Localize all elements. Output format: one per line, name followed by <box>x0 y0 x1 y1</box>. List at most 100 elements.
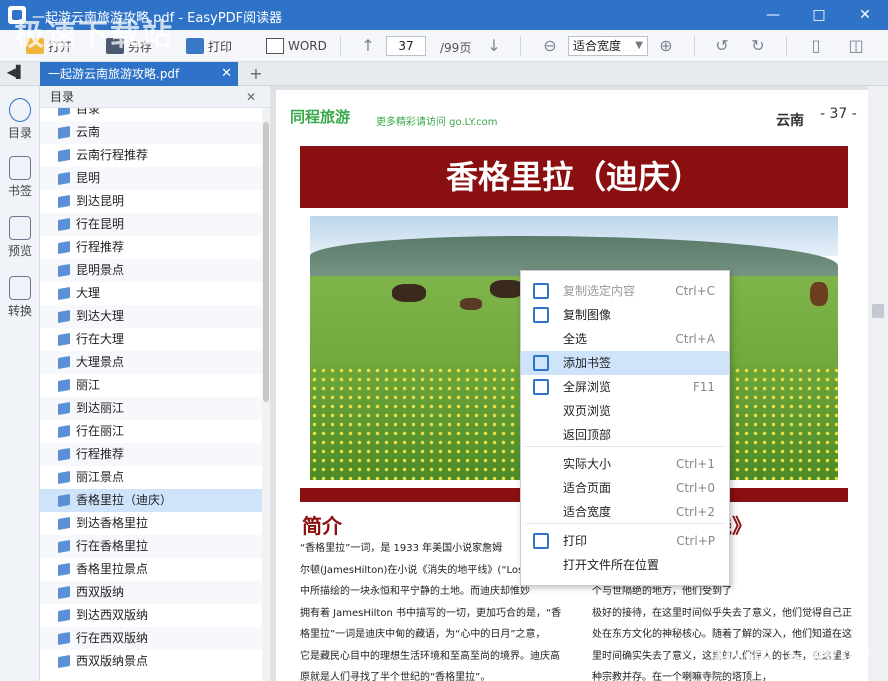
page-number-input[interactable]: 37 <box>386 36 426 56</box>
context-menu-label: 适合宽度 <box>563 505 612 519</box>
outline-book-icon <box>58 585 70 600</box>
outline-item-label: 到达香格里拉 <box>76 516 149 530</box>
outline-item[interactable]: 行程推荐 <box>40 443 262 466</box>
outline-item[interactable]: 行在西双版纳 <box>40 627 262 650</box>
document-scroll-thumb[interactable] <box>872 304 884 318</box>
outline-item-label: 丽江 <box>76 378 101 392</box>
outline-item[interactable]: 香格里拉（迪庆） <box>40 489 262 512</box>
outline-item-label: 大理 <box>76 286 101 300</box>
toolbar-divider <box>340 36 341 56</box>
outline-list: 目录 云南 云南行程推荐 昆明 到达昆明 行在昆明 行程推荐 昆明景点 大理 到达大理 行在大理 大理… <box>40 98 262 673</box>
double-page-icon[interactable]: ◫ <box>846 36 866 56</box>
outline-scroll-thumb[interactable] <box>263 122 269 402</box>
outline-book-icon <box>58 286 70 301</box>
outline-book-icon <box>58 378 70 393</box>
context-menu-shortcut: Ctrl+C <box>675 284 715 298</box>
outline-header: 目录 ✕ <box>40 86 270 108</box>
outline-item[interactable]: 丽江景点 <box>40 466 262 489</box>
rail-item-preview[interactable]: 预览 <box>0 216 40 259</box>
document-tab[interactable]: 一起游云南旅游攻略.pdf ✕ <box>40 62 238 86</box>
maximize-button[interactable]: □ <box>796 0 842 30</box>
outline-item[interactable]: 到达昆明 <box>40 190 262 213</box>
convert-word-button[interactable]: WORD <box>266 34 327 58</box>
context-menu-item[interactable]: 复制选定内容 Ctrl+C <box>521 279 729 303</box>
new-tab-button[interactable]: + <box>246 64 266 84</box>
photo-horse <box>392 284 426 302</box>
outline-item-label: 丽江景点 <box>76 470 125 484</box>
outline-item[interactable]: 行在香格里拉 <box>40 535 262 558</box>
outline-item[interactable]: 西双版纳景点 <box>40 650 262 673</box>
context-menu-item[interactable]: 全选 Ctrl+A <box>521 327 729 351</box>
context-menu-shortcut: Ctrl+2 <box>675 505 715 519</box>
context-menu-item[interactable]: 实际大小 Ctrl+1 <box>521 452 729 476</box>
watermark-bottom: 极速下载站 <box>712 642 872 677</box>
outline-item[interactable]: 到达香格里拉 <box>40 512 262 535</box>
context-menu-item[interactable]: 打开文件所在位置 <box>521 553 729 577</box>
outline-item-label: 到达昆明 <box>76 194 125 208</box>
outline-book-icon <box>58 148 70 163</box>
context-menu-label: 实际大小 <box>563 457 612 471</box>
copy-text-icon <box>533 283 549 299</box>
outline-book-icon <box>58 539 70 554</box>
outline-item[interactable]: 行程推荐 <box>40 236 262 259</box>
context-menu-label: 复制图像 <box>563 308 612 322</box>
print-button[interactable]: 打印 <box>186 34 232 58</box>
document-tab-label: 一起游云南旅游攻略.pdf <box>48 67 180 81</box>
context-menu-item[interactable]: 返回顶部 <box>521 423 729 447</box>
outline-book-icon <box>58 332 70 347</box>
close-outline-icon[interactable]: ✕ <box>246 86 256 108</box>
outline-item[interactable]: 行在大理 <box>40 328 262 351</box>
outline-item[interactable]: 丽江 <box>40 374 262 397</box>
outline-item-label: 香格里拉（迪庆） <box>76 493 173 507</box>
outline-item[interactable]: 昆明景点 <box>40 259 262 282</box>
outline-item[interactable]: 大理 <box>40 282 262 305</box>
document-scrollbar[interactable] <box>868 86 888 681</box>
rail-item-bookmarks[interactable]: 书签 <box>0 156 40 199</box>
collapse-sidebar-icon[interactable]: ◀▌ <box>4 65 28 83</box>
outline-item-label: 西双版纳 <box>76 585 125 599</box>
next-page-icon[interactable]: ↓ <box>484 36 504 56</box>
outline-item[interactable]: 昆明 <box>40 167 262 190</box>
context-menu-item[interactable]: 双页浏览 <box>521 399 729 423</box>
outline-item[interactable]: 香格里拉景点 <box>40 558 262 581</box>
prev-page-icon[interactable]: ↑ <box>358 36 378 56</box>
outline-book-icon <box>58 470 70 485</box>
toolbar-divider <box>786 36 787 56</box>
zoom-out-icon[interactable]: ⊖ <box>540 36 560 56</box>
outline-item[interactable]: 西双版纳 <box>40 581 262 604</box>
zoom-select[interactable]: 适合宽度 ▼ <box>568 36 648 56</box>
outline-item[interactable]: 云南 <box>40 121 262 144</box>
context-menu-item[interactable]: 适合页面 Ctrl+0 <box>521 476 729 500</box>
rail-item-label: 转换 <box>7 304 32 318</box>
context-menu-item[interactable]: 打印 Ctrl+P <box>521 529 729 553</box>
bookmark-page-icon <box>9 156 31 180</box>
context-menu-item[interactable]: 全屏浏览 F11 <box>521 375 729 399</box>
context-menu-item[interactable]: 添加书签 <box>521 351 729 375</box>
outline-item-label: 昆明景点 <box>76 263 125 277</box>
outline-book-icon <box>58 194 70 209</box>
watermark-top: 极速下载站 <box>14 18 174 53</box>
close-button[interactable]: ✕ <box>842 0 888 30</box>
rail-item-convert[interactable]: 转换 <box>0 276 40 319</box>
outline-item[interactable]: 到达西双版纳 <box>40 604 262 627</box>
photo-horse <box>810 282 828 306</box>
outline-scrollbar[interactable] <box>262 108 270 681</box>
rail-item-outline[interactable]: 目录 <box>0 98 40 141</box>
outline-item[interactable]: 到达丽江 <box>40 397 262 420</box>
minimize-button[interactable]: — <box>750 0 796 30</box>
rotate-right-icon[interactable]: ↻ <box>748 36 768 56</box>
context-menu-item[interactable]: 复制图像 <box>521 303 729 327</box>
outline-book-icon <box>58 516 70 531</box>
zoom-in-icon[interactable]: ⊕ <box>656 36 676 56</box>
context-menu-item[interactable]: 适合宽度 Ctrl+2 <box>521 500 729 524</box>
rotate-left-icon[interactable]: ↺ <box>712 36 732 56</box>
outline-item[interactable]: 大理景点 <box>40 351 262 374</box>
single-page-icon[interactable]: ▯ <box>806 36 826 56</box>
outline-item[interactable]: 行在丽江 <box>40 420 262 443</box>
outline-item[interactable]: 云南行程推荐 <box>40 144 262 167</box>
outline-book-icon <box>58 447 70 462</box>
context-menu-label: 打开文件所在位置 <box>563 558 660 572</box>
outline-item[interactable]: 行在昆明 <box>40 213 262 236</box>
outline-item[interactable]: 到达大理 <box>40 305 262 328</box>
close-tab-icon[interactable]: ✕ <box>221 62 232 86</box>
